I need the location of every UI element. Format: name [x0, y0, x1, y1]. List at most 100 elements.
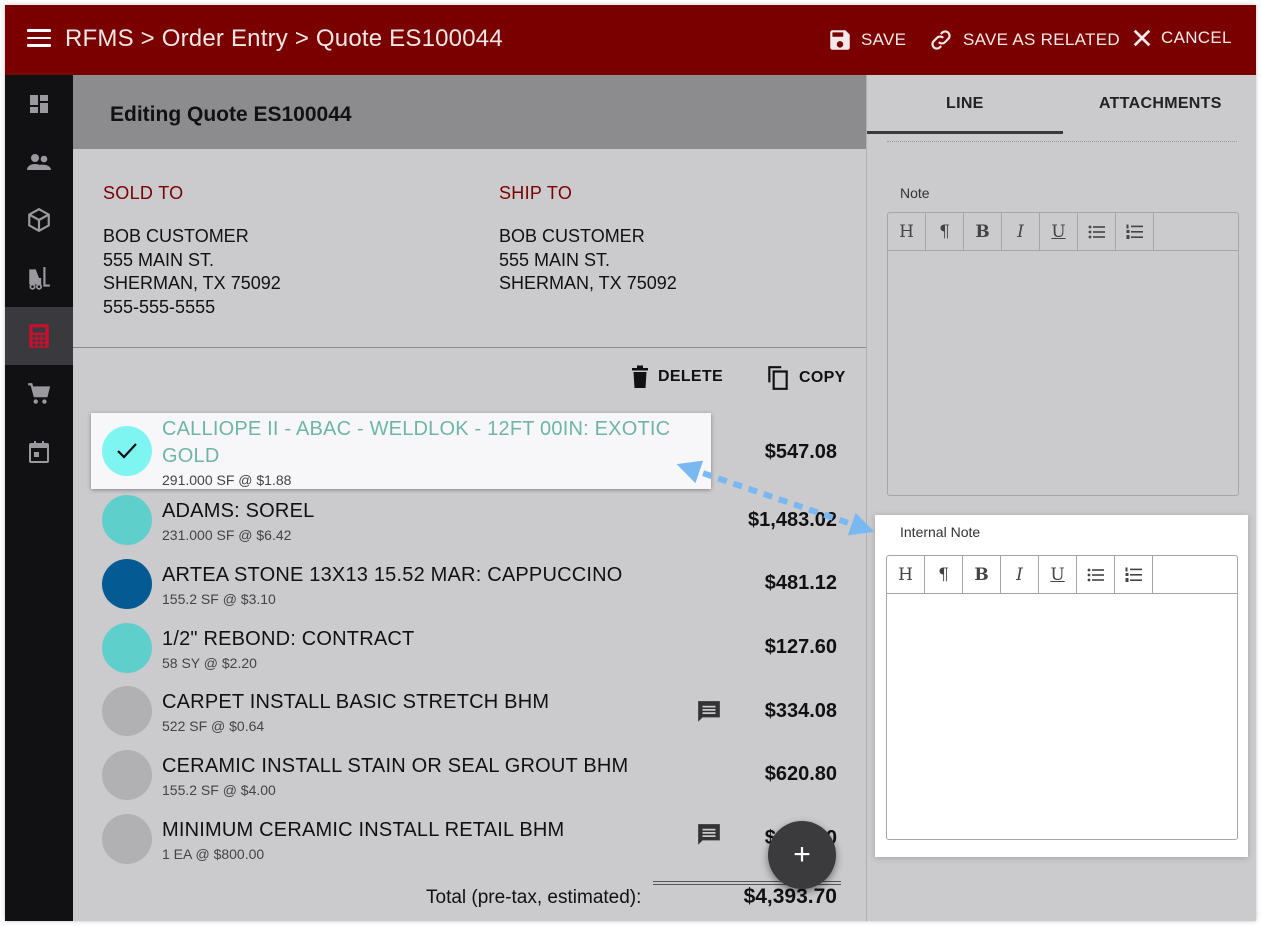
numbered-list-icon — [1125, 567, 1142, 582]
copy-label: COPY — [799, 369, 846, 386]
rail-dashboard[interactable] — [5, 75, 73, 133]
rail-warehouse[interactable] — [5, 249, 73, 307]
bulleted-list-button[interactable] — [1077, 556, 1115, 593]
line-price: $1,483.02 — [748, 509, 837, 531]
sold-to-name: BOB CUSTOMER — [103, 226, 249, 246]
box-icon — [28, 207, 50, 233]
heading-button[interactable]: H — [887, 556, 925, 593]
sold-to-label: SOLD TO — [103, 183, 184, 203]
rail-quotes[interactable] — [5, 307, 73, 365]
comment-icon[interactable] — [696, 822, 722, 848]
copy-button[interactable]: COPY — [765, 365, 846, 391]
heading-button[interactable]: H — [888, 213, 926, 250]
internal-note-toolbar: H ¶ B I U — [887, 556, 1237, 594]
cancel-label: CANCEL — [1161, 28, 1232, 47]
italic-button[interactable]: I — [1002, 213, 1040, 250]
line-name: MINIMUM CERAMIC INSTALL RETAIL BHM — [162, 819, 565, 841]
line-detail: 291.000 SF @ $1.88 — [162, 472, 292, 488]
cart-icon — [28, 383, 51, 404]
delete-button[interactable]: DELETE — [630, 365, 723, 389]
breadcrumb: RFMS > Order Entry > Quote ES100044 — [65, 25, 503, 52]
line-color-swatch — [102, 814, 152, 864]
line-price: $481.12 — [764, 572, 837, 594]
internal-note-label: Internal Note — [900, 524, 981, 540]
rail-schedule[interactable] — [5, 423, 73, 481]
bulleted-list-icon — [1087, 568, 1104, 581]
dotted-divider — [887, 141, 1237, 142]
line-color-swatch — [102, 750, 152, 800]
bold-button[interactable]: B — [964, 213, 1002, 250]
line-item-selected[interactable]: CALLIOPE II - ABAC - WELDLOK - 12FT 00IN… — [91, 413, 711, 489]
rail-orders[interactable] — [5, 365, 73, 423]
people-icon — [27, 154, 51, 170]
menu-icon[interactable] — [27, 29, 51, 49]
line-name: CARPET INSTALL BASIC STRETCH BHM — [162, 691, 550, 713]
line-detail: 522 SF @ $0.64 — [162, 718, 265, 734]
line-detail: 1 EA @ $800.00 — [162, 846, 265, 862]
bulleted-list-button[interactable] — [1078, 213, 1116, 250]
line-detail: 231.000 SF @ $6.42 — [162, 527, 292, 543]
note-editor: H ¶ B I U — [887, 212, 1239, 496]
line-name: CERAMIC INSTALL STAIN OR SEAL GROUT BHM — [162, 755, 629, 777]
line-item[interactable]: 1/2" REBOND: CONTRACT 58 SY @ $2.20 — [91, 623, 711, 685]
italic-button[interactable]: I — [1001, 556, 1039, 593]
paragraph-button[interactable]: ¶ — [926, 213, 964, 250]
total-value: $4,393.70 — [743, 885, 837, 908]
line-detail: 58 SY @ $2.20 — [162, 655, 257, 671]
app-window: RFMS > Order Entry > Quote ES100044 SAVE… — [5, 5, 1256, 921]
delete-label: DELETE — [658, 368, 723, 385]
plus-icon: + — [793, 838, 811, 871]
line-color-swatch — [102, 623, 152, 673]
internal-note-card: Internal Note H ¶ B I U — [875, 515, 1248, 857]
close-icon — [1133, 29, 1151, 47]
selected-check-avatar[interactable] — [102, 426, 152, 476]
line-detail: 155.2 SF @ $4.00 — [162, 782, 276, 798]
line-price: $620.80 — [764, 763, 837, 785]
editing-header: Editing Quote ES100044 — [73, 75, 866, 149]
line-name: CALLIOPE II - ABAC - WELDLOK - 12FT 00IN… — [162, 418, 671, 440]
line-color-swatch — [102, 495, 152, 545]
comment-icon[interactable] — [696, 699, 722, 725]
line-color-swatch — [102, 559, 152, 609]
tab-line[interactable]: LINE — [946, 95, 984, 113]
underline-button[interactable]: U — [1039, 556, 1077, 593]
bulleted-list-icon — [1088, 225, 1105, 238]
line-item[interactable]: ADAMS: SOREL 231.000 SF @ $6.42 — [91, 495, 711, 557]
ship-to-street: 555 MAIN ST. — [499, 249, 611, 270]
internal-note-text-area[interactable] — [887, 594, 1237, 839]
line-price: $334.08 — [764, 700, 837, 722]
top-app-bar: RFMS > Order Entry > Quote ES100044 SAVE… — [5, 5, 1256, 75]
line-detail: 155.2 SF @ $3.10 — [162, 591, 276, 607]
rail-customers[interactable] — [5, 133, 73, 191]
line-item[interactable]: ARTEA STONE 13X13 15.52 MAR: CAPPUCCINO … — [91, 559, 711, 621]
sold-to-phone: 555-555-5555 — [103, 296, 216, 317]
rail-products[interactable] — [5, 191, 73, 249]
quote-editor: Editing Quote ES100044 SOLD TO BOB CUSTO… — [73, 75, 866, 921]
section-divider — [73, 347, 866, 348]
internal-note-editor: H ¶ B I U — [886, 555, 1238, 840]
ship-to-city: SHERMAN, TX 75092 — [499, 273, 677, 293]
dashboard-icon — [30, 95, 48, 113]
underline-button[interactable]: U — [1040, 213, 1078, 250]
line-item[interactable]: CARPET INSTALL BASIC STRETCH BHM 522 SF … — [91, 686, 720, 748]
cancel-button[interactable]: CANCEL — [1131, 27, 1232, 49]
paragraph-button[interactable]: ¶ — [925, 556, 963, 593]
sold-to-street: 555 MAIN ST. — [103, 249, 215, 270]
save-as-related-button[interactable]: SAVE AS RELATED — [927, 27, 1120, 53]
note-label: Note — [900, 185, 930, 201]
note-text-area[interactable] — [888, 251, 1238, 495]
tab-attachments[interactable]: ATTACHMENTS — [1099, 95, 1222, 113]
bold-button[interactable]: B — [963, 556, 1001, 593]
line-item[interactable]: MINIMUM CERAMIC INSTALL RETAIL BHM 1 EA … — [91, 814, 720, 876]
line-item[interactable]: CERAMIC INSTALL STAIN OR SEAL GROUT BHM … — [91, 750, 711, 812]
numbered-list-icon — [1126, 224, 1143, 239]
calculator-icon — [29, 324, 49, 348]
sold-to-city: SHERMAN, TX 75092 — [103, 273, 281, 293]
save-label: SAVE — [861, 30, 907, 49]
check-icon — [117, 443, 137, 459]
numbered-list-button[interactable] — [1115, 556, 1153, 593]
numbered-list-button[interactable] — [1116, 213, 1154, 250]
save-button[interactable]: SAVE — [827, 27, 906, 53]
add-line-button[interactable]: + — [768, 821, 836, 889]
copy-icon — [768, 366, 788, 390]
